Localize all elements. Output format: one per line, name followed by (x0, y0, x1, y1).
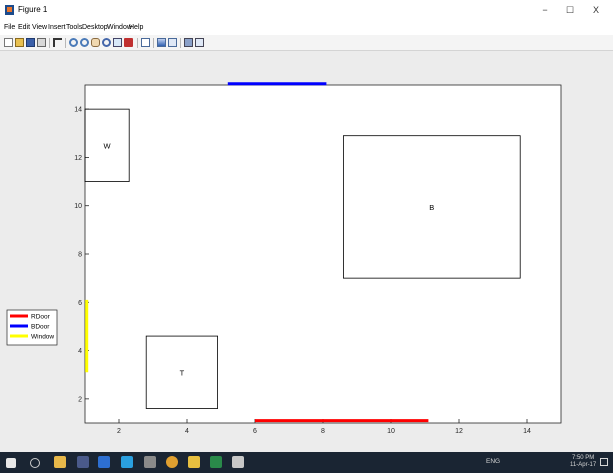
hide-plot-tools-icon[interactable] (184, 38, 193, 47)
file-explorer-icon[interactable] (54, 456, 66, 468)
brush-icon[interactable] (124, 38, 133, 47)
clock-date: 11-Apr-17 (570, 462, 597, 468)
y-tick-label: 12 (74, 155, 82, 162)
y-tick-label: 10 (74, 203, 82, 210)
toolbar-separator (137, 38, 138, 48)
excel-icon[interactable] (210, 456, 222, 468)
title-bar: Figure 1 − ☐ X (0, 0, 613, 22)
insert-colorbar-icon[interactable] (157, 38, 166, 47)
edit-plot-icon[interactable] (53, 38, 62, 47)
room-label-t: T (180, 368, 185, 377)
legend-label-bdoor: BDoor (31, 324, 50, 331)
start-icon[interactable] (6, 458, 16, 468)
tray-language[interactable]: ENG (486, 458, 500, 465)
window-title: Figure 1 (18, 5, 48, 14)
print-figure-icon[interactable] (37, 38, 46, 47)
pan-icon[interactable] (91, 38, 100, 47)
app-icon-2[interactable] (98, 456, 110, 468)
insert-legend-icon[interactable] (168, 38, 177, 47)
matlab-icon[interactable] (77, 456, 89, 468)
x-tick-label: 12 (455, 428, 463, 435)
taskbar: ENG 7:50 PM 11-Apr-17 (0, 452, 613, 473)
room-label-w: W (104, 141, 112, 150)
app-icon-6[interactable] (188, 456, 200, 468)
app-icon-4[interactable] (144, 456, 156, 468)
x-tick-label: 10 (387, 428, 395, 435)
notifications-icon[interactable] (600, 458, 608, 466)
legend-label-rdoor: RDoor (31, 314, 51, 321)
x-tick-label: 2 (117, 428, 121, 435)
figure-canvas: 2 4 6 8 10 12 14 2 4 6 8 10 12 14 W B T RDoor BDoor Windo… (0, 52, 613, 452)
data-cursor-icon[interactable] (113, 38, 122, 47)
zoom-in-icon[interactable] (69, 38, 78, 47)
toolbar-separator (65, 38, 66, 48)
menu-bar: File Edit View Insert Tools Desktop Wind… (0, 22, 613, 35)
room-label-b: B (429, 203, 434, 212)
menu-insert[interactable]: Insert (48, 24, 66, 31)
maximize-button[interactable]: ☐ (563, 4, 577, 17)
y-tick-label: 8 (78, 252, 82, 259)
toolbar-separator (180, 38, 181, 48)
new-figure-icon[interactable] (4, 38, 13, 47)
toolbar-separator (49, 38, 50, 48)
x-tick-label: 8 (321, 428, 325, 435)
plot-axes[interactable]: 2 4 6 8 10 12 14 2 4 6 8 10 12 14 W B T RDoor BDoor Windo… (0, 52, 613, 452)
rotate-3d-icon[interactable] (102, 38, 111, 47)
y-tick-label: 2 (78, 396, 82, 403)
figure-toolbar (0, 35, 613, 51)
taskbar-clock[interactable]: 7:50 PM 11-Apr-17 (570, 455, 596, 469)
x-tick-label: 6 (253, 428, 257, 435)
show-plot-tools-icon[interactable] (195, 38, 204, 47)
menu-view[interactable]: View (32, 24, 47, 31)
link-plot-icon[interactable] (141, 38, 150, 47)
task-view-icon[interactable] (30, 458, 40, 468)
x-tick-label: 4 (185, 428, 189, 435)
calculator-icon[interactable] (232, 456, 244, 468)
menu-tools[interactable]: Tools (66, 24, 82, 31)
clock-time: 7:50 PM (571, 455, 595, 461)
legend-label-window: Window (31, 334, 54, 341)
save-figure-icon[interactable] (26, 38, 35, 47)
x-tick-label: 14 (523, 428, 531, 435)
matlab-figure-icon (5, 5, 14, 15)
y-tick-label: 6 (78, 300, 82, 307)
y-tick-label: 14 (74, 107, 82, 114)
chrome-icon[interactable] (166, 456, 178, 468)
menu-desktop[interactable]: Desktop (82, 24, 108, 31)
open-file-icon[interactable] (15, 38, 24, 47)
y-tick-label: 4 (78, 348, 82, 355)
menu-edit[interactable]: Edit (18, 24, 30, 31)
zoom-out-icon[interactable] (80, 38, 89, 47)
menu-file[interactable]: File (4, 24, 15, 31)
app-icon-3[interactable] (121, 456, 133, 468)
toolbar-separator (153, 38, 154, 48)
close-button[interactable]: X (589, 4, 603, 17)
menu-help[interactable]: Help (129, 24, 143, 31)
minimize-button[interactable]: − (538, 4, 552, 17)
